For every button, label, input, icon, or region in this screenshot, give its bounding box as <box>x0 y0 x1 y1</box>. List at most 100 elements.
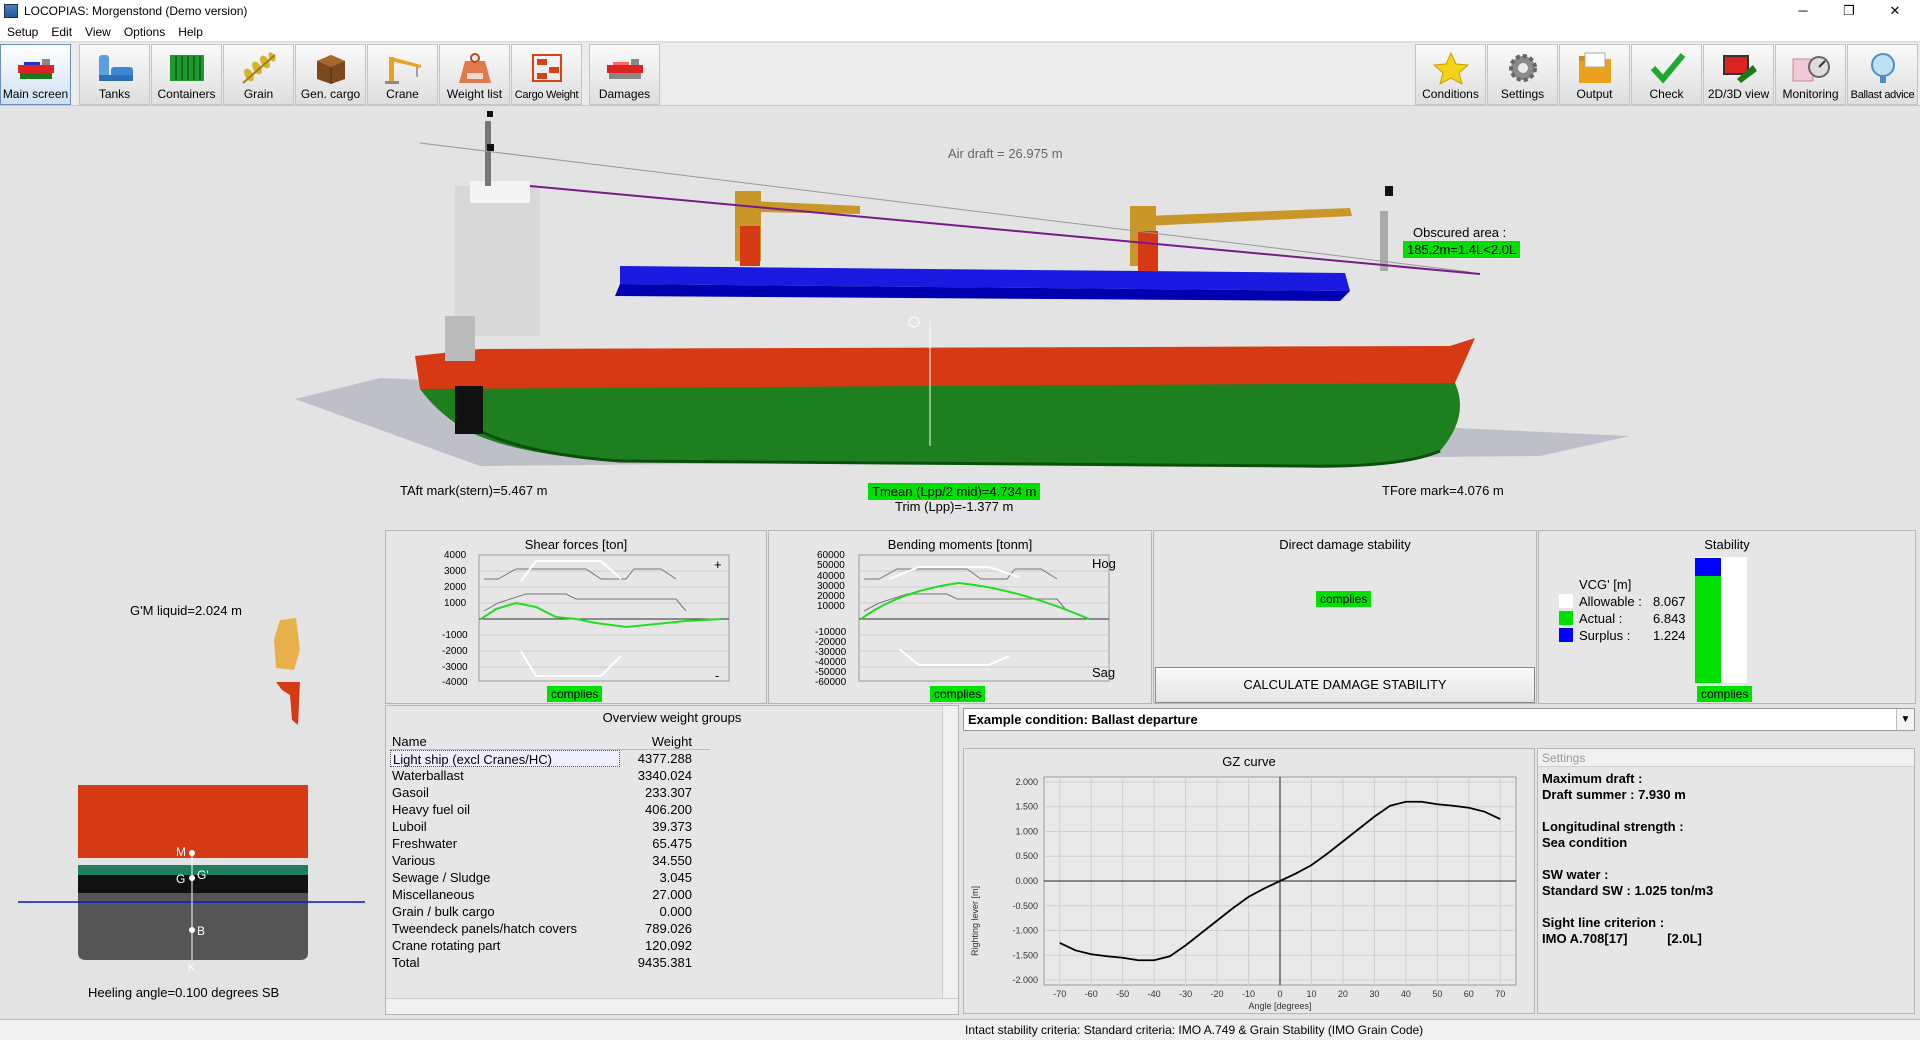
calculate-damage-stability-button[interactable]: CALCULATE DAMAGE STABILITY <box>1155 667 1535 703</box>
grain-button[interactable]: Grain <box>223 44 294 105</box>
shear-positive-sign: + <box>714 557 722 572</box>
crane-button[interactable]: Crane <box>367 44 438 105</box>
table-row[interactable]: Heavy fuel oil 406.200 <box>390 801 710 818</box>
centre-of-buoyancy-b: B <box>197 924 206 938</box>
table-row[interactable]: Waterballast 3340.024 <box>390 767 710 784</box>
restore-button[interactable]: ❐ <box>1826 0 1872 22</box>
monitoring-button[interactable]: Monitoring <box>1775 44 1846 105</box>
vcg-surplus-bar <box>1695 558 1721 576</box>
ship-3d-view[interactable]: Air draft = 26.975 m Obscured area : 185… <box>0 106 1920 530</box>
column-weight-header[interactable]: Weight <box>620 733 692 749</box>
menu-help[interactable]: Help <box>171 22 209 39</box>
cargo-weight-icon <box>527 50 567 86</box>
gen-cargo-button[interactable]: Gen. cargo <box>295 44 366 105</box>
row-name: Freshwater <box>392 836 458 851</box>
condition-selected: Example condition: Ballast departure <box>968 712 1198 727</box>
x-tick-label: -40 <box>1148 989 1161 999</box>
x-tick-label: 30 <box>1369 989 1379 999</box>
ballast-advice-button[interactable]: Ballast advice <box>1847 44 1918 105</box>
row-name: Total <box>392 955 420 970</box>
table-row[interactable]: Freshwater 65.475 <box>390 835 710 852</box>
monitoring-icon <box>1791 50 1831 86</box>
row-weight: 406.200 <box>645 802 692 817</box>
row-weight: 9435.381 <box>637 955 692 970</box>
output-button[interactable]: Output <box>1559 44 1630 105</box>
weight-icon <box>455 50 495 86</box>
table-row[interactable]: Tweendeck panels/hatch covers 789.026 <box>390 920 710 937</box>
title-bar: LOCOPIAS: Morgenstond (Demo version) ─ ❐… <box>0 0 1920 22</box>
damaged-ship-icon <box>605 50 645 86</box>
cargo-weight-button[interactable]: Cargo Weight <box>511 44 582 105</box>
y-tick-label: -1.500 <box>1012 950 1038 960</box>
weight-list-button[interactable]: Weight list <box>439 44 510 105</box>
allowable-color-swatch <box>1559 594 1573 608</box>
settings-line: Draft summer : 7.930 m <box>1542 787 1686 802</box>
containers-button[interactable]: Containers <box>151 44 222 105</box>
window-title: LOCOPIAS: Morgenstond (Demo version) <box>24 4 248 18</box>
bending-moments-panel[interactable]: Bending moments [tonm] 60000 50000 40000… <box>768 530 1152 704</box>
table-row[interactable]: Various 34.550 <box>390 852 710 869</box>
table-row[interactable]: Miscellaneous 27.000 <box>390 886 710 903</box>
cargo-box-icon <box>311 50 351 86</box>
table-row[interactable]: Light ship (excl Cranes/HC) 4377.288 <box>390 750 710 767</box>
check-button[interactable]: Check <box>1631 44 1702 105</box>
row-name: Heavy fuel oil <box>392 802 471 817</box>
main-screen-button[interactable]: Main screen <box>0 44 71 105</box>
gear-icon <box>1503 50 1543 86</box>
actual-value: 6.843 <box>1653 611 1686 626</box>
minimize-button[interactable]: ─ <box>1780 0 1826 22</box>
table-header: Name Weight <box>390 733 710 750</box>
damage-status-badge: complies <box>1316 591 1372 607</box>
stability-panel: Stability VCG' [m] Allowable : 8.067 Act… <box>1538 530 1916 704</box>
table-row[interactable]: Crane rotating part 120.092 <box>390 937 710 954</box>
row-weight: 789.026 <box>645 921 692 936</box>
tanks-button[interactable]: Tanks <box>79 44 150 105</box>
settings-line: SW water : <box>1542 867 1609 882</box>
settings-summary-panel: Settings Maximum draft : Draft summer : … <box>1537 748 1915 1014</box>
row-name: Sewage / Sludge <box>392 870 491 885</box>
hog-label: Hog <box>1092 556 1116 571</box>
row-weight: 233.307 <box>645 785 692 800</box>
x-tick-label: -50 <box>1116 989 1129 999</box>
damage-stability-title: Direct damage stability <box>1279 537 1411 552</box>
shear-forces-panel[interactable]: Shear forces [ton] 4000 3000 2000 1000 -… <box>385 530 767 704</box>
table-row-total[interactable]: Total 9435.381 <box>390 954 710 971</box>
row-weight: 3340.024 <box>637 768 692 783</box>
sag-label: Sag <box>1092 665 1116 680</box>
horizontal-scrollbar[interactable] <box>386 998 958 1014</box>
toolbar: Main screen Tanks Containers Grain Gen. … <box>0 43 1920 106</box>
table-row[interactable]: Gasoil 233.307 <box>390 784 710 801</box>
settings-line: IMO A.708[17] [2.0L] <box>1542 931 1702 946</box>
x-tick-label: 70 <box>1495 989 1505 999</box>
table-row[interactable]: Sewage / Sludge 3.045 <box>390 869 710 886</box>
row-weight: 65.475 <box>652 836 692 851</box>
row-weight: 34.550 <box>652 853 692 868</box>
aft-draft-mark: TAft mark(stern)=5.467 m <box>400 483 548 498</box>
vertical-scrollbar[interactable] <box>942 706 958 998</box>
table-row[interactable]: Luboil 39.373 <box>390 818 710 835</box>
x-tick-label: -10 <box>1242 989 1255 999</box>
shear-tick: 3000 <box>444 566 467 577</box>
menu-setup[interactable]: Setup <box>0 22 44 39</box>
shear-tick: -2000 <box>442 646 468 657</box>
grain-icon <box>239 50 279 86</box>
x-axis-label: Angle [degrees] <box>1248 1001 1311 1011</box>
view-2d-3d-button[interactable]: 2D/3D view <box>1703 44 1774 105</box>
menu-options[interactable]: Options <box>117 22 171 39</box>
settings-button[interactable]: Settings <box>1487 44 1558 105</box>
chevron-down-icon[interactable]: ▼ <box>1896 709 1914 730</box>
damages-button[interactable]: Damages <box>589 44 660 105</box>
column-name-header[interactable]: Name <box>390 733 620 749</box>
settings-line <box>1538 899 1914 915</box>
table-row[interactable]: Grain / bulk cargo 0.000 <box>390 903 710 920</box>
condition-select[interactable]: Example condition: Ballast departure ▼ <box>963 708 1915 731</box>
conditions-button[interactable]: Conditions <box>1415 44 1486 105</box>
menu-edit[interactable]: Edit <box>44 22 78 39</box>
centre-of-gravity-g: G <box>176 872 186 886</box>
settings-line: Standard SW : 1.025 ton/m3 <box>1542 883 1714 898</box>
row-name: Miscellaneous <box>392 887 475 902</box>
close-button[interactable]: ✕ <box>1872 0 1918 22</box>
menu-view[interactable]: View <box>78 22 117 39</box>
cross-section-view[interactable]: G'M liquid=2.024 m M G G' B K Heeling an… <box>0 590 382 1010</box>
row-weight: 27.000 <box>652 887 692 902</box>
